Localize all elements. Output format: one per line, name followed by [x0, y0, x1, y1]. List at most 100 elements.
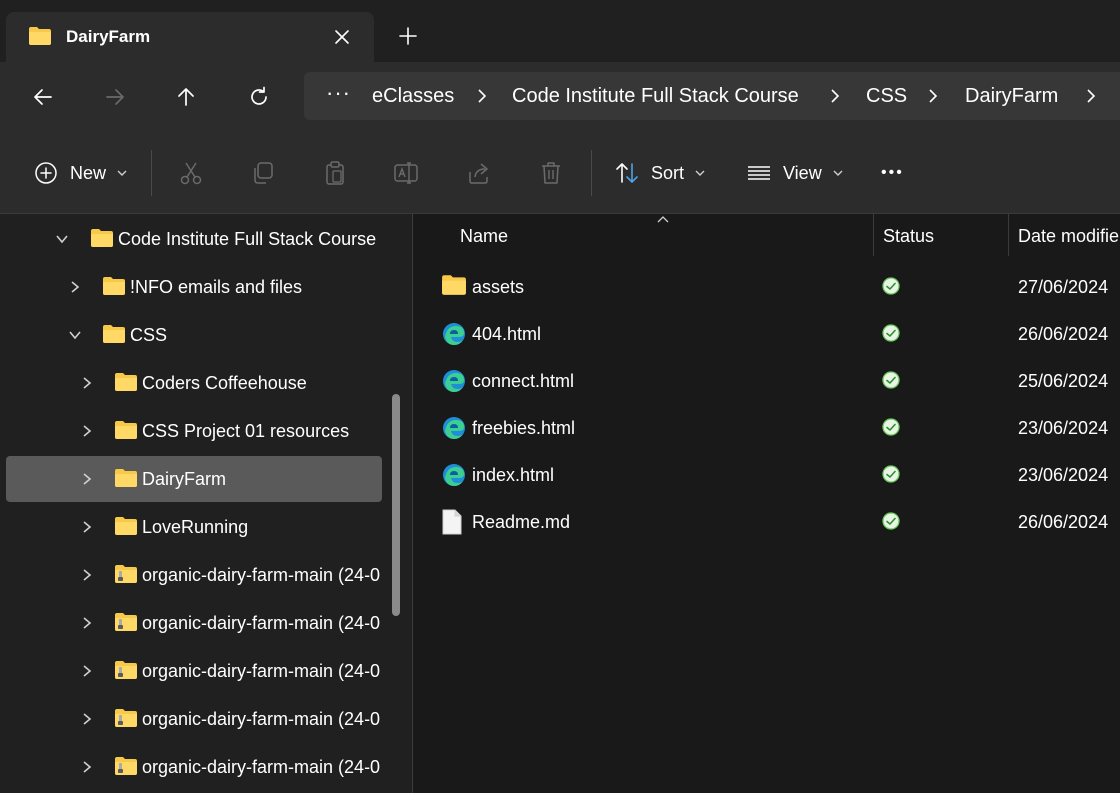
tree-item[interactable]: LoveRunning [6, 504, 382, 550]
cut-button[interactable] [178, 160, 204, 186]
folder-icon [114, 420, 138, 445]
new-tab-button[interactable] [397, 25, 419, 47]
refresh-button[interactable] [244, 82, 274, 112]
chevron-down-icon [833, 170, 843, 176]
close-tab-button[interactable] [331, 26, 353, 48]
rename-icon [394, 162, 418, 184]
file-name: index.html [472, 465, 555, 485]
file-row[interactable]: Readme.md 26/06/2024 [413, 499, 1120, 545]
chevron-right-icon[interactable] [80, 520, 94, 534]
tree-item[interactable]: !NFO emails and files [6, 264, 382, 310]
share-button[interactable] [466, 160, 492, 186]
clipboard-icon [326, 161, 344, 185]
chevron-right-icon[interactable] [80, 424, 94, 438]
arrow-up-icon [178, 88, 194, 106]
file-row[interactable]: assets 27/06/2024 [413, 264, 1120, 310]
tree-item[interactable]: organic-dairy-farm-main (24-0 [6, 600, 382, 646]
zip-folder-icon [114, 708, 138, 733]
new-button[interactable]: New [34, 158, 128, 188]
chevron-right-icon[interactable] [80, 712, 94, 726]
column-header-status[interactable]: Status [883, 226, 934, 247]
forward-button[interactable] [100, 82, 130, 112]
tree-item[interactable]: organic-dairy-farm-main (24-0 [6, 552, 382, 598]
scissors-icon [180, 162, 202, 185]
paste-button[interactable] [322, 160, 348, 186]
sort-button[interactable]: Sort [614, 158, 706, 188]
view-list-icon [748, 166, 770, 180]
chevron-right-icon[interactable] [80, 760, 94, 774]
folder-icon [114, 372, 138, 397]
column-divider[interactable] [873, 214, 874, 256]
tab-dairyfarm[interactable]: DairyFarm [6, 12, 374, 62]
arrow-left-icon [34, 89, 52, 105]
file-date-modified: 25/06/2024 [1018, 371, 1109, 391]
chevron-right-icon[interactable] [68, 280, 82, 294]
tree-item-label: !NFO emails and files [130, 277, 303, 297]
chevron-right-icon[interactable] [828, 88, 842, 104]
file-row[interactable]: index.html 23/06/2024 [413, 452, 1120, 498]
zip-folder-icon [114, 756, 138, 781]
chevron-right-icon[interactable] [80, 472, 94, 486]
zip-folder-icon [114, 612, 138, 637]
chevron-right-icon[interactable] [80, 568, 94, 582]
file-date-modified: 23/06/2024 [1018, 465, 1109, 485]
file-date-modified: 26/06/2024 [1018, 324, 1109, 344]
tree-item[interactable]: CSS [6, 312, 382, 358]
chevron-right-icon[interactable] [1084, 88, 1098, 104]
toolbar-divider [591, 150, 592, 196]
column-header-date-modified[interactable]: Date modifie [1018, 226, 1119, 247]
tree-item[interactable]: organic-dairy-farm-main (24-0 [6, 696, 382, 742]
sort-ascending-caret-icon [657, 216, 669, 223]
tree-item-label: organic-dairy-farm-main (24-0 [142, 613, 381, 633]
chevron-down-icon[interactable] [68, 328, 82, 342]
folder-icon [28, 26, 52, 51]
tree-item[interactable]: DairyFarm [6, 456, 382, 502]
chevron-right-icon[interactable] [80, 376, 94, 390]
up-button[interactable] [171, 82, 201, 112]
title-bar: DairyFarm [0, 0, 1120, 62]
tree-item[interactable]: CSS Project 01 resources [6, 408, 382, 454]
file-row[interactable]: freebies.html 23/06/2024 [413, 405, 1120, 451]
arrow-right-icon [106, 89, 124, 105]
sync-status-ok-icon [882, 324, 900, 342]
close-icon [335, 30, 349, 44]
breadcrumb-item[interactable]: eClasses [372, 85, 454, 108]
breadcrumb-overflow-button[interactable]: ··· [326, 80, 351, 106]
copy-button[interactable] [250, 160, 276, 186]
sync-status-ok-icon [882, 418, 900, 436]
tree-item-label: DairyFarm [142, 469, 226, 489]
chevron-down-icon [695, 170, 705, 176]
tab-title: DairyFarm [66, 27, 151, 46]
tree-item[interactable]: Coders Coffeehouse [6, 360, 382, 406]
tree-item[interactable]: organic-dairy-farm-main (24-0 [6, 744, 382, 790]
breadcrumb-item[interactable]: DairyFarm [965, 85, 1058, 108]
chevron-right-icon[interactable] [475, 88, 489, 104]
zip-folder-icon [114, 564, 138, 589]
breadcrumb-item[interactable]: Code Institute Full Stack Course [512, 85, 799, 108]
folder-icon [102, 276, 126, 301]
chevron-right-icon[interactable] [80, 664, 94, 678]
column-header-name[interactable]: Name [460, 226, 508, 247]
chevron-right-icon[interactable] [926, 88, 940, 104]
navigation-pane: Code Institute Full Stack Course !NFO ema… [0, 214, 412, 793]
navigation-scrollbar[interactable] [392, 394, 400, 616]
view-button-label: View [783, 162, 822, 183]
tree-item[interactable]: Code Institute Full Stack Course [6, 216, 382, 262]
more-options-button[interactable]: ••• [881, 158, 904, 188]
file-row[interactable]: connect.html 25/06/2024 [413, 358, 1120, 404]
refresh-icon [251, 86, 267, 105]
chevron-right-icon[interactable] [80, 616, 94, 630]
rename-button[interactable] [393, 160, 419, 186]
delete-button[interactable] [538, 160, 564, 186]
column-divider[interactable] [1008, 214, 1009, 256]
back-button[interactable] [28, 82, 58, 112]
chevron-down-icon[interactable] [55, 232, 69, 246]
tree-item[interactable]: organic-dairy-farm-main (24-0 [6, 648, 382, 694]
file-row[interactable]: 404.html 26/06/2024 [413, 311, 1120, 357]
folder-icon [114, 516, 138, 541]
address-bar[interactable]: ··· eClasses Code Institute Full Stack C… [304, 72, 1120, 120]
view-button[interactable]: View [746, 158, 844, 188]
file-list: Name Status Date modifie assets 27/06/202… [413, 214, 1120, 793]
command-bar: New Sort View ••• [0, 132, 1120, 214]
breadcrumb-item[interactable]: CSS [866, 85, 907, 108]
